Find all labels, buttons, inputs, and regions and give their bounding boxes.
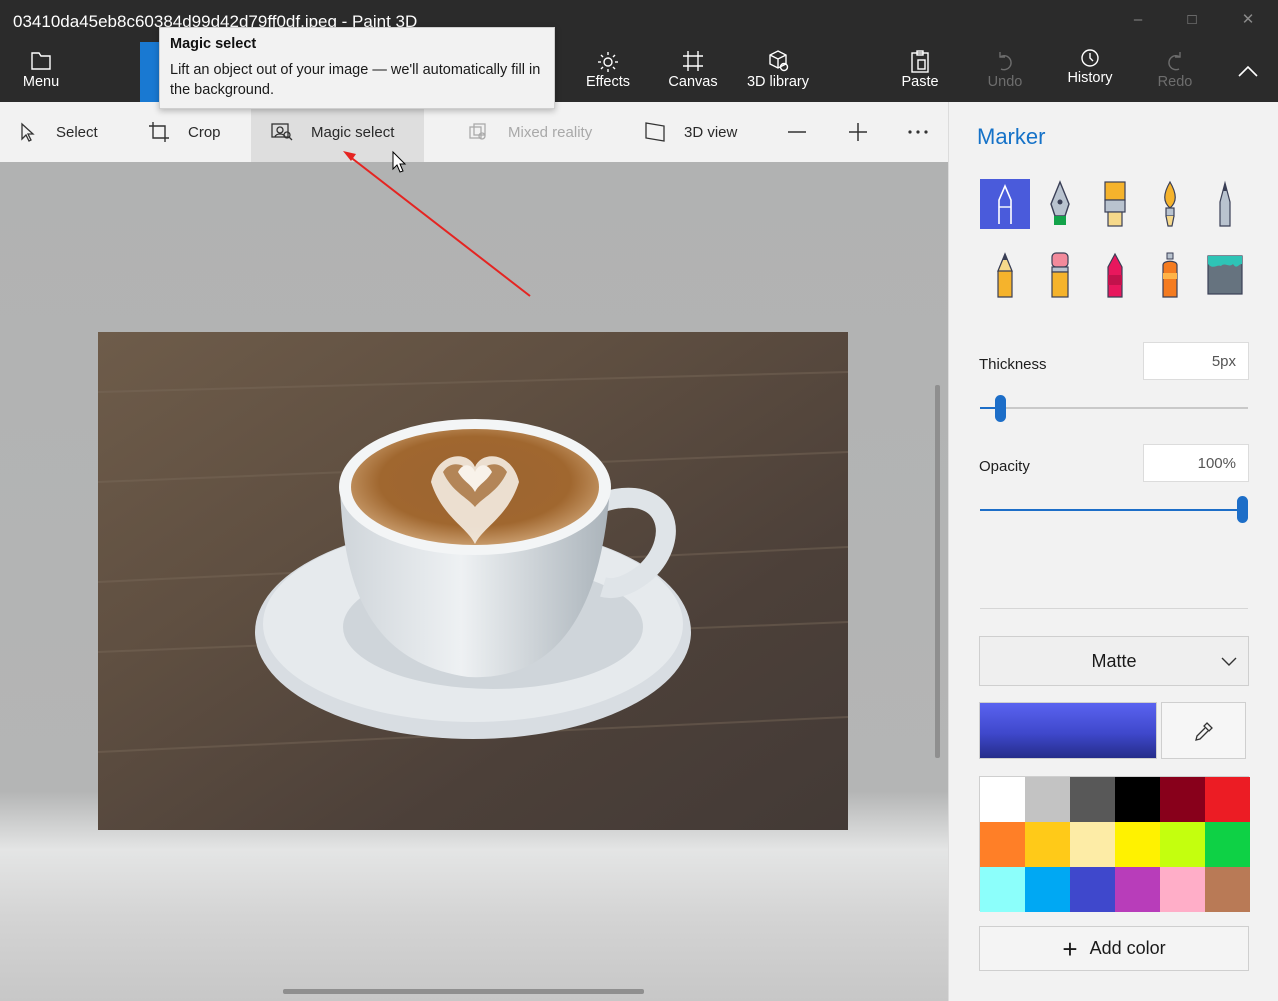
add-color-label: Add color: [1089, 938, 1166, 958]
color-swatch[interactable]: [1025, 777, 1070, 822]
color-swatch[interactable]: [1205, 777, 1250, 822]
color-swatch[interactable]: [980, 867, 1025, 912]
fill-bucket-icon: [1207, 255, 1243, 295]
eyedropper-icon: [1194, 721, 1213, 741]
spray-can-brush-button[interactable]: [1145, 250, 1195, 300]
color-swatch[interactable]: [1160, 822, 1205, 867]
annotation-overlay: [343, 150, 531, 297]
annotation-arrow: [348, 155, 531, 297]
tooltip-body: Lift an object out of your image — we'll…: [170, 62, 541, 98]
pixel-pen-brush-button[interactable]: [1200, 179, 1250, 229]
oil-brush-icon: [1104, 181, 1126, 227]
color-swatch[interactable]: [980, 822, 1025, 867]
opacity-input[interactable]: 100%: [1143, 444, 1249, 482]
marker-icon: [998, 183, 1012, 224]
maximize-button[interactable]: □: [1182, 10, 1202, 30]
close-button[interactable]: ✕: [1238, 10, 1258, 30]
thickness-input[interactable]: 5px: [1143, 342, 1249, 380]
history-label: History: [1067, 70, 1113, 86]
panel-divider: [980, 608, 1248, 609]
color-swatch[interactable]: [1070, 867, 1115, 912]
spray-can-icon: [1162, 252, 1178, 298]
panel-title: Marker: [977, 124, 1046, 149]
color-swatch[interactable]: [1070, 822, 1115, 867]
eyedropper-button[interactable]: [1161, 702, 1246, 759]
magic-select-tooltip: Magic select Lift an object out of your …: [159, 27, 555, 109]
finish-dropdown-value: Matte: [1091, 651, 1137, 671]
undo-button[interactable]: Undo: [984, 48, 1026, 98]
eraser-brush-button[interactable]: [1035, 250, 1085, 300]
opacity-slider-thumb[interactable]: [1237, 496, 1248, 523]
color-swatch[interactable]: [1115, 867, 1160, 912]
calligraphy-pen-brush-button[interactable]: [1035, 179, 1085, 229]
fill-bucket-brush-button[interactable]: [1200, 250, 1250, 300]
mouse-cursor-icon: [392, 150, 407, 173]
pixel-pen-icon: [1219, 180, 1231, 227]
opacity-slider-fill: [980, 509, 1243, 511]
minimize-button[interactable]: –: [1128, 10, 1148, 30]
add-color-button[interactable]: + Add color: [979, 926, 1249, 971]
redo-icon: [1168, 52, 1181, 71]
opacity-label: Opacity: [979, 458, 1030, 475]
color-swatch[interactable]: [1025, 822, 1070, 867]
current-color-swatch[interactable]: [979, 702, 1157, 759]
watercolor-brush-button[interactable]: [1145, 179, 1195, 229]
color-swatch[interactable]: [1115, 822, 1160, 867]
color-swatch[interactable]: [1070, 777, 1115, 822]
chevron-down-icon: [1221, 657, 1237, 666]
collapse-ribbon-chevron-icon[interactable]: [1236, 60, 1260, 84]
color-swatch[interactable]: [1115, 777, 1160, 822]
redo-label: Redo: [1157, 74, 1193, 90]
finish-dropdown[interactable]: Matte: [979, 636, 1249, 686]
thickness-slider-thumb[interactable]: [995, 395, 1007, 422]
color-swatch[interactable]: [1160, 777, 1205, 822]
thickness-label: Thickness: [979, 356, 1047, 373]
plus-icon: +: [1062, 933, 1078, 964]
color-swatch[interactable]: [1025, 867, 1070, 912]
eraser-icon: [1051, 252, 1069, 298]
crayon-icon: [1107, 252, 1123, 298]
oil-brush-button[interactable]: [1090, 179, 1140, 229]
color-swatch[interactable]: [1205, 822, 1250, 867]
undo-icon: [999, 52, 1012, 71]
watercolor-icon: [1164, 180, 1176, 227]
redo-button[interactable]: Redo: [1156, 48, 1194, 98]
pencil-icon: [997, 252, 1013, 298]
color-swatch[interactable]: [1205, 867, 1250, 912]
color-palette: [979, 776, 1250, 912]
brush-panel: Marker Thickness 5px Opacity 100% Matte …: [948, 102, 1278, 1001]
tooltip-title: Magic select: [170, 36, 257, 52]
opacity-slider-track[interactable]: [980, 509, 1248, 511]
history-button[interactable]: History: [1064, 44, 1116, 94]
thickness-slider-track[interactable]: [980, 407, 1248, 409]
color-swatch[interactable]: [1160, 867, 1205, 912]
marker-brush-button[interactable]: [980, 179, 1030, 229]
history-clock-icon: [1081, 49, 1099, 67]
undo-label: Undo: [987, 74, 1023, 90]
pencil-brush-button[interactable]: [980, 250, 1030, 300]
crayon-brush-button[interactable]: [1090, 250, 1140, 300]
color-swatch[interactable]: [980, 777, 1025, 822]
calligraphy-pen-icon: [1050, 180, 1070, 225]
